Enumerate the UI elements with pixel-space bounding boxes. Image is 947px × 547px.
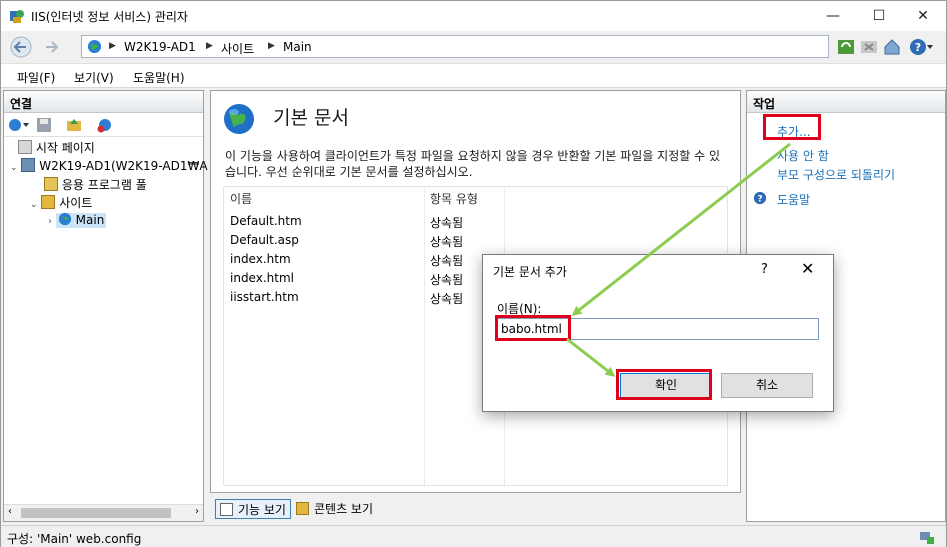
connections-toolbar bbox=[4, 113, 203, 137]
tree-main-label: Main bbox=[75, 213, 105, 227]
list-item[interactable]: index.htm bbox=[230, 252, 291, 266]
title-bar: IIS(인터넷 정보 서비스) 관리자 — ☐ ✕ bbox=[1, 1, 946, 31]
iis-app-icon bbox=[10, 10, 24, 23]
forward-arrow-icon[interactable] bbox=[37, 36, 65, 58]
breadcrumb-separator-icon: ▶ bbox=[109, 41, 116, 51]
action-help-link[interactable]: 도움말 bbox=[777, 191, 810, 208]
help-dropdown-icon[interactable]: ? bbox=[909, 38, 933, 56]
refresh-icon[interactable] bbox=[837, 38, 855, 56]
action-revert-link[interactable]: 부모 구성으로 되돌리기 bbox=[777, 166, 895, 183]
sites-folder-icon bbox=[41, 195, 56, 209]
tree-main-site[interactable]: › Main bbox=[48, 212, 107, 228]
disconnect-icon[interactable] bbox=[96, 117, 112, 133]
dialog-title: 기본 문서 추가 bbox=[493, 265, 567, 279]
expand-chevron-icon[interactable]: › bbox=[48, 216, 52, 227]
svg-text:?: ? bbox=[915, 41, 921, 54]
menu-help[interactable]: 도움말(H) bbox=[133, 69, 185, 86]
connect-globe-icon[interactable] bbox=[7, 117, 29, 133]
address-bar[interactable]: ▶ W2K19-AD1 ▶ 사이트 ▶ Main bbox=[81, 35, 829, 58]
breadcrumb-separator-icon: ▶ bbox=[268, 41, 275, 51]
navigation-bar: ▶ W2K19-AD1 ▶ 사이트 ▶ Main ? bbox=[1, 31, 946, 63]
tab-features-view-label: 기능 보기 bbox=[238, 503, 286, 517]
status-bar: 구성: 'Main' web.config bbox=[1, 525, 946, 547]
svg-text:?: ? bbox=[757, 195, 762, 205]
back-arrow-icon[interactable] bbox=[7, 36, 35, 58]
up-folder-icon[interactable] bbox=[66, 117, 82, 133]
menu-bar: 파일(F) 보기(V) 도움말(H) bbox=[1, 63, 946, 88]
connections-panel: 연결 시작 페이지 ⌄ W2K19-AD1(W2K19-AD1₩A 응용 프로그… bbox=[3, 90, 208, 522]
content-view-icon bbox=[296, 502, 309, 515]
name-input-highlight bbox=[495, 315, 571, 341]
ok-button-highlight bbox=[616, 369, 712, 400]
menu-view[interactable]: 보기(V) bbox=[74, 69, 114, 86]
help-icon: ? bbox=[753, 191, 767, 205]
server-icon bbox=[21, 158, 36, 172]
collapse-chevron-icon[interactable]: ⌄ bbox=[10, 163, 18, 173]
connections-header: 연결 bbox=[4, 91, 203, 113]
list-item[interactable]: Default.htm bbox=[230, 214, 302, 228]
column-header-entry-type[interactable]: 항목 유형 bbox=[430, 190, 478, 207]
tree-sites[interactable]: ⌄ 사이트 bbox=[30, 194, 92, 211]
network-status-icon bbox=[920, 532, 934, 544]
menu-file[interactable]: 파일(F) bbox=[17, 69, 55, 86]
maximize-button[interactable]: ☐ bbox=[856, 1, 902, 31]
tab-content-view[interactable]: 콘텐츠 보기 bbox=[292, 499, 377, 519]
home-icon[interactable] bbox=[883, 38, 901, 56]
iis-manager-window: IIS(인터넷 정보 서비스) 관리자 — ☐ ✕ ▶ W2K19-AD1 ▶ … bbox=[0, 0, 947, 547]
tab-features-view[interactable]: 기능 보기 bbox=[215, 499, 291, 519]
breadcrumb-main[interactable]: Main bbox=[283, 40, 312, 54]
tree-app-pools[interactable]: 응용 프로그램 풀 bbox=[44, 176, 147, 193]
breadcrumb-sites[interactable]: 사이트 bbox=[221, 40, 254, 57]
column-header-name[interactable]: 이름 bbox=[230, 190, 252, 207]
feature-description: 이 기능을 사용하여 클라이언트가 특정 파일을 요청하지 않을 경우 반환할 … bbox=[225, 149, 721, 179]
list-item-type: 상속됨 bbox=[430, 254, 464, 268]
tree-start-page[interactable]: 시작 페이지 bbox=[18, 139, 95, 156]
close-button[interactable]: ✕ bbox=[900, 1, 946, 31]
start-page-icon bbox=[18, 140, 32, 154]
collapse-chevron-icon[interactable]: ⌄ bbox=[30, 200, 38, 210]
view-tabs: 기능 보기 콘텐츠 보기 bbox=[210, 496, 741, 522]
tab-content-view-label: 콘텐츠 보기 bbox=[314, 502, 374, 516]
default-document-globe-icon bbox=[224, 104, 254, 134]
stop-icon[interactable] bbox=[860, 38, 878, 56]
page-title: 기본 문서 bbox=[273, 107, 349, 129]
features-view-icon bbox=[220, 503, 233, 516]
scroll-left-icon[interactable]: ‹ bbox=[8, 506, 12, 517]
window-title: IIS(인터넷 정보 서비스) 관리자 bbox=[31, 10, 188, 24]
breadcrumb-server[interactable]: W2K19-AD1 bbox=[124, 40, 196, 54]
list-item[interactable]: Default.asp bbox=[230, 233, 299, 247]
add-action-highlight bbox=[763, 114, 821, 140]
globe-icon bbox=[87, 39, 102, 54]
list-item[interactable]: iisstart.htm bbox=[230, 290, 299, 304]
scroll-right-icon[interactable]: › bbox=[195, 506, 199, 517]
scrollbar-thumb[interactable] bbox=[21, 508, 171, 518]
list-item-type: 상속됨 bbox=[430, 235, 464, 249]
list-item[interactable]: index.html bbox=[230, 271, 294, 285]
tree-server-label: W2K19-AD1(W2K19-AD1₩A bbox=[39, 159, 208, 173]
site-globe-icon bbox=[58, 212, 71, 226]
column-divider bbox=[424, 187, 425, 487]
actions-header: 작업 bbox=[747, 91, 945, 113]
tree-sites-label: 사이트 bbox=[59, 196, 93, 210]
tree-server[interactable]: ⌄ W2K19-AD1(W2K19-AD1₩A bbox=[10, 158, 208, 173]
horizontal-scrollbar[interactable]: ‹ › bbox=[4, 504, 203, 521]
list-item-type: 상속됨 bbox=[430, 292, 464, 306]
tree-app-pools-label: 응용 프로그램 풀 bbox=[61, 178, 147, 192]
minimize-button[interactable]: — bbox=[810, 1, 856, 31]
dialog-close-button[interactable]: ✕ bbox=[801, 259, 814, 278]
app-pool-icon bbox=[44, 177, 58, 191]
status-text: 구성: 'Main' web.config bbox=[7, 532, 142, 546]
tree-start-page-label: 시작 페이지 bbox=[35, 141, 95, 155]
action-disable-link[interactable]: 사용 안 함 bbox=[777, 147, 829, 164]
dialog-help-button[interactable]: ? bbox=[761, 262, 768, 277]
list-item-type: 상속됨 bbox=[430, 273, 464, 287]
breadcrumb-separator-icon: ▶ bbox=[206, 41, 213, 51]
list-item-type: 상속됨 bbox=[430, 216, 464, 230]
save-icon[interactable] bbox=[36, 117, 52, 133]
cancel-button[interactable]: 취소 bbox=[721, 373, 813, 398]
